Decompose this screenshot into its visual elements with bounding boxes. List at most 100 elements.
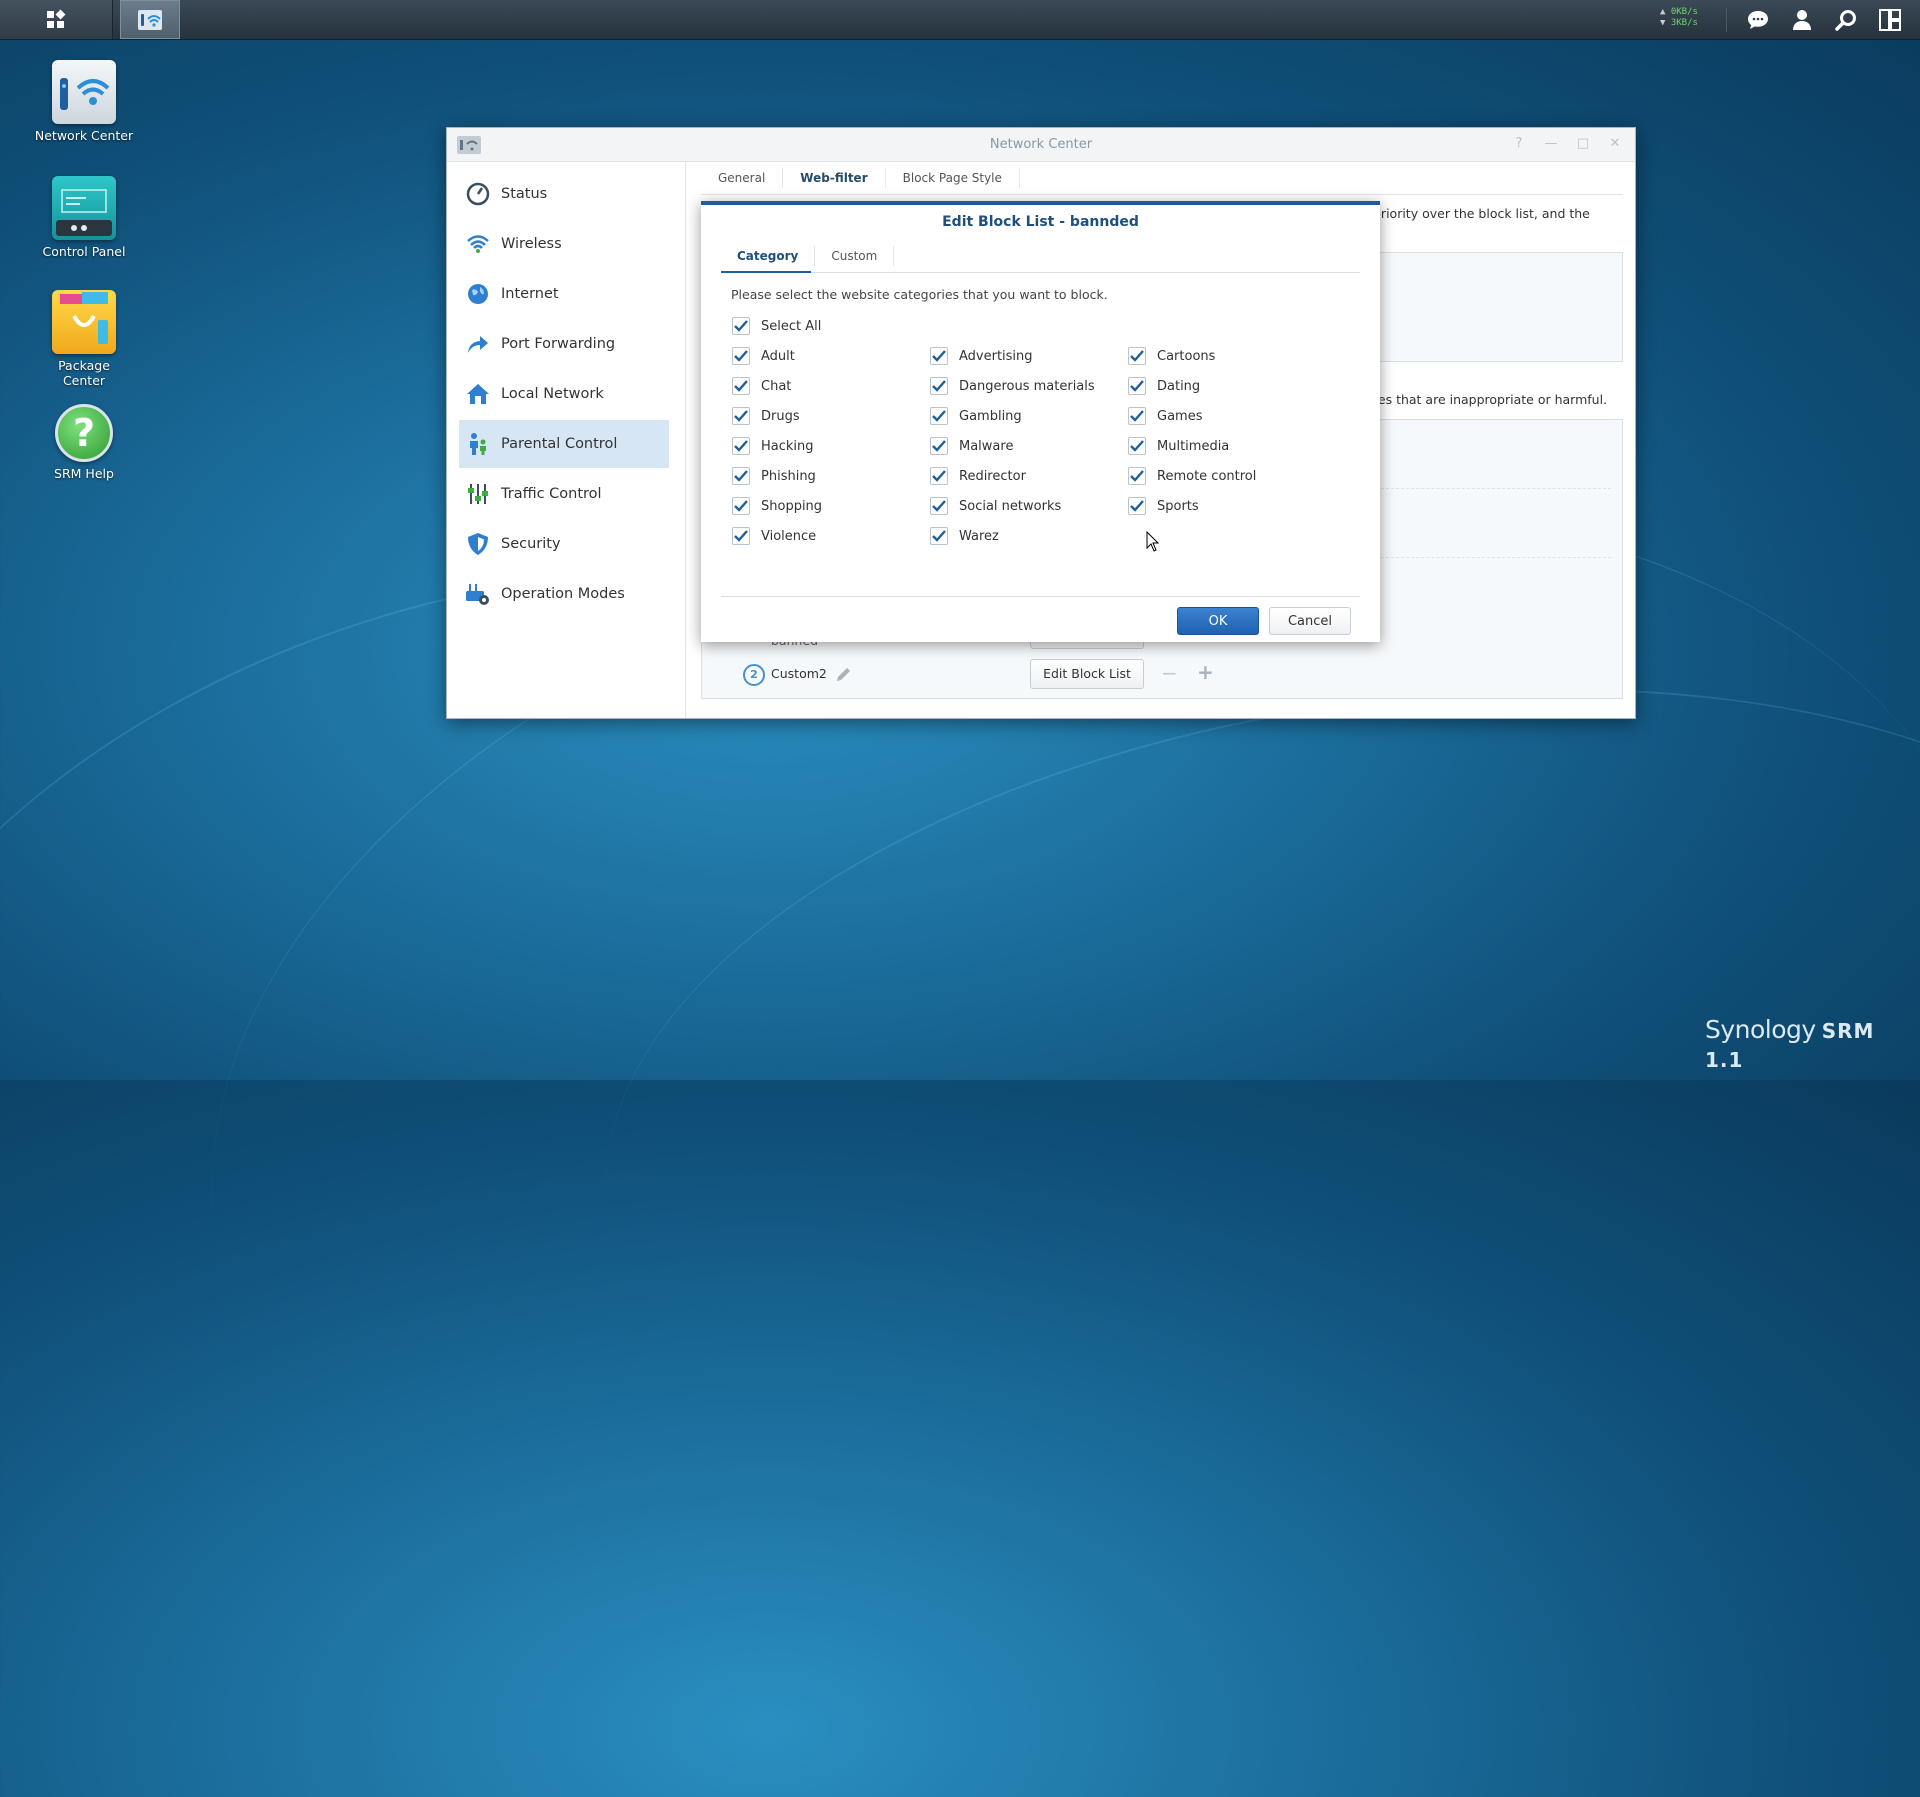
sidebar-item-parental-control[interactable]: Parental Control [459, 420, 669, 468]
sidebar-item-local-network[interactable]: Local Network [459, 370, 669, 418]
checkbox-violence[interactable]: Violence [732, 527, 816, 545]
checkbox-chat[interactable]: Chat [732, 377, 791, 395]
checkmark-icon[interactable] [1128, 407, 1146, 425]
shield-icon [465, 531, 491, 557]
checkbox-select-all[interactable]: Select All [732, 317, 821, 335]
upload-speed: 0KB/s [1670, 7, 1698, 17]
wifi-icon [465, 231, 491, 257]
sidebar-item-internet[interactable]: Internet [459, 270, 669, 318]
desktop-label: Network Center [34, 128, 134, 143]
sidebar-item-traffic-control[interactable]: Traffic Control [459, 470, 669, 518]
edit-block-list-button[interactable]: Edit Block List [1030, 659, 1144, 689]
checkmark-icon[interactable] [1128, 497, 1146, 515]
checkbox-remote-control[interactable]: Remote control [1128, 467, 1256, 485]
sidebar-item-status[interactable]: Status [459, 170, 669, 218]
tab-custom[interactable]: Custom [815, 246, 895, 266]
sidebar-item-operation-modes[interactable]: Operation Modes [459, 570, 669, 618]
checkmark-icon[interactable] [732, 377, 750, 395]
checkbox-dangerous-materials[interactable]: Dangerous materials [930, 377, 1095, 395]
brand-name: Synology [1705, 1015, 1816, 1044]
checkmark-icon[interactable] [732, 407, 750, 425]
checkmark-icon[interactable] [1128, 467, 1146, 485]
checkmark-icon[interactable] [732, 347, 750, 365]
desktop-label: Package Center [58, 358, 110, 388]
checkbox-games[interactable]: Games [1128, 407, 1202, 425]
tab-web-filter[interactable]: Web-filter [783, 168, 886, 188]
desktop-icon-srm-help[interactable]: ? SRM Help [24, 404, 144, 481]
desktop-label: SRM Help [54, 466, 114, 481]
checkbox-label: Dangerous materials [959, 378, 1095, 394]
checkmark-icon[interactable] [930, 347, 948, 365]
sidebar-item-security[interactable]: Security [459, 520, 669, 568]
network-center-icon [138, 9, 162, 30]
checkbox-cartoons[interactable]: Cartoons [1128, 347, 1215, 365]
checkmark-icon[interactable] [930, 527, 948, 545]
minimize-button[interactable]: — [1543, 136, 1559, 152]
checkbox-advertising[interactable]: Advertising [930, 347, 1033, 365]
checkmark-icon[interactable] [930, 437, 948, 455]
checkmark-icon[interactable] [930, 377, 948, 395]
checkmark-icon[interactable] [1128, 437, 1146, 455]
checkbox-label: Violence [761, 528, 817, 544]
package-center-icon [52, 290, 116, 354]
checkbox-drugs[interactable]: Drugs [732, 407, 800, 425]
control-panel-icon [52, 176, 116, 240]
main-menu-button[interactable] [0, 0, 113, 39]
close-button[interactable]: ✕ [1607, 136, 1623, 152]
checkmark-icon[interactable] [732, 467, 750, 485]
sidebar-item-port-forwarding[interactable]: Port Forwarding [459, 320, 669, 368]
house-icon [465, 381, 491, 407]
checkbox-phishing[interactable]: Phishing [732, 467, 816, 485]
checkbox-sports[interactable]: Sports [1128, 497, 1199, 515]
checkmark-icon[interactable] [732, 437, 750, 455]
tab-category[interactable]: Category [721, 246, 816, 266]
desktop-icon-package-center[interactable]: Package Center [24, 290, 144, 388]
checkbox-redirector[interactable]: Redirector [930, 467, 1026, 485]
checkmark-icon[interactable] [732, 527, 750, 545]
taskbar-separator [1726, 8, 1727, 32]
help-button[interactable]: ? [1511, 136, 1527, 152]
checkbox-label: Phishing [761, 468, 816, 484]
sidebar-item-label: Security [501, 536, 561, 552]
desktop-icon-control-panel[interactable]: Control Panel [24, 176, 144, 259]
checkmark-icon[interactable] [732, 497, 750, 515]
ok-button[interactable]: OK [1177, 607, 1259, 635]
tab-general[interactable]: General [701, 168, 784, 188]
checkbox-multimedia[interactable]: Multimedia [1128, 437, 1229, 455]
checkbox-adult[interactable]: Adult [732, 347, 795, 365]
checkbox-social-networks[interactable]: Social networks [930, 497, 1061, 515]
checkbox-dating[interactable]: Dating [1128, 377, 1200, 395]
maximize-button[interactable]: □ [1575, 136, 1591, 152]
download-speed: 3KB/s [1670, 18, 1698, 28]
window-titlebar[interactable]: Network Center ? — □ ✕ [447, 128, 1635, 162]
checkbox-malware[interactable]: Malware [930, 437, 1013, 455]
add-icon[interactable]: + [1197, 660, 1214, 684]
checkbox-hacking[interactable]: Hacking [732, 437, 814, 455]
user-icon[interactable] [1790, 8, 1814, 32]
desktop-icon-network-center[interactable]: Network Center [24, 60, 144, 143]
widgets-icon[interactable] [1878, 8, 1902, 32]
desktop-label: Control Panel [42, 244, 126, 259]
remove-icon[interactable]: − [1161, 661, 1178, 685]
checkmark-icon[interactable] [930, 407, 948, 425]
checkbox-label: Warez [959, 528, 999, 544]
checkbox-gambling[interactable]: Gambling [930, 407, 1022, 425]
checkbox-label: Drugs [761, 408, 800, 424]
cancel-button[interactable]: Cancel [1269, 607, 1351, 635]
tab-block-page-style[interactable]: Block Page Style [886, 168, 1020, 188]
checkmark-icon[interactable] [930, 467, 948, 485]
checkbox-label: Hacking [761, 438, 814, 454]
chat-icon[interactable] [1746, 8, 1770, 32]
grid-icon [47, 9, 66, 28]
checkmark-icon[interactable] [930, 497, 948, 515]
sidebar-item-wireless[interactable]: Wireless [459, 220, 669, 268]
search-icon[interactable] [1834, 8, 1858, 32]
background-description: tes that are inappropriate or harmful. [1373, 392, 1608, 407]
checkmark-icon[interactable] [1128, 377, 1146, 395]
checkbox-warez[interactable]: Warez [930, 527, 999, 545]
pencil-icon[interactable] [835, 665, 853, 683]
checkbox-shopping[interactable]: Shopping [732, 497, 822, 515]
taskbar-network-center[interactable] [120, 0, 180, 39]
checkmark-icon[interactable] [732, 317, 750, 335]
checkmark-icon[interactable] [1128, 347, 1146, 365]
